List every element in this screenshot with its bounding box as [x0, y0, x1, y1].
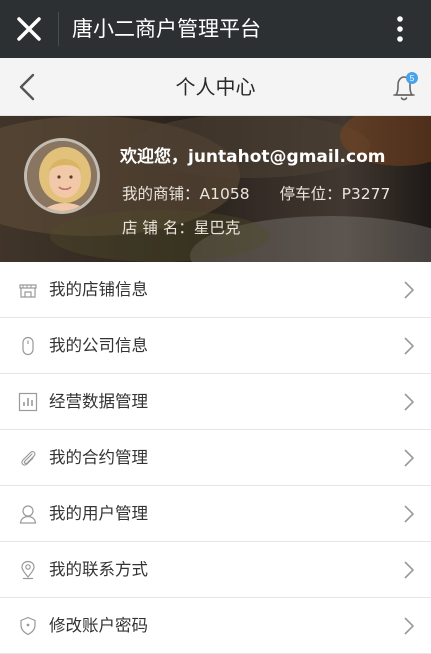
- menu-item-label: 我的店铺信息: [49, 280, 148, 299]
- paperclip-icon: [21, 451, 36, 466]
- shield-icon: [20, 616, 36, 636]
- menu-list: 我的店铺信息 我的公司信息 经营数据管理 我的合约管理 我的用户管理 我的联系方…: [0, 262, 431, 654]
- profile-banner: 欢迎您，juntahot@gmail.com 我的商铺：A1058 停车位：P32…: [0, 116, 431, 262]
- chevron-right-icon: [404, 281, 415, 299]
- bell-icon[interactable]: 5: [388, 71, 422, 105]
- chevron-right-icon: [404, 337, 415, 355]
- menu-item-label: 我的合约管理: [49, 448, 148, 467]
- menu-item-users[interactable]: 我的用户管理: [0, 486, 431, 542]
- menu-item-contact[interactable]: 我的联系方式: [0, 542, 431, 598]
- chevron-right-icon: [404, 449, 415, 467]
- store-name: 店 铺 名：星巴克: [122, 219, 241, 237]
- mouse-icon: [22, 336, 34, 356]
- menu-item-label: 我的联系方式: [49, 560, 148, 579]
- menu-item-contracts[interactable]: 我的合约管理: [0, 430, 431, 486]
- welcome-text: 欢迎您，juntahot@gmail.com: [120, 147, 386, 167]
- wechat-top-bar: 唐小二商户管理平台: [0, 0, 431, 58]
- divider: [58, 12, 59, 46]
- app-title: 唐小二商户管理平台: [72, 17, 261, 41]
- chevron-right-icon: [404, 505, 415, 523]
- user-icon: [19, 505, 37, 524]
- location-pin-icon: [21, 560, 35, 580]
- menu-item-label: 我的用户管理: [49, 504, 148, 523]
- chevron-right-icon: [404, 561, 415, 579]
- avatar[interactable]: [24, 138, 100, 214]
- menu-item-business-data[interactable]: 经营数据管理: [0, 374, 431, 430]
- page-title: 个人中心: [175, 75, 256, 99]
- menu-item-label: 修改账户密码: [49, 616, 148, 635]
- menu-item-label: 经营数据管理: [49, 392, 148, 411]
- menu-item-label: 我的公司信息: [49, 336, 148, 355]
- menu-item-change-password[interactable]: 修改账户密码: [0, 598, 431, 654]
- store-icon: [19, 284, 37, 298]
- menu-item-store-info[interactable]: 我的店铺信息: [0, 262, 431, 318]
- close-icon[interactable]: [16, 16, 42, 42]
- parking-number: 停车位：P3277: [279, 185, 391, 203]
- more-vertical-icon[interactable]: [390, 14, 410, 44]
- notification-count: 5: [410, 73, 415, 83]
- chevron-right-icon: [404, 617, 415, 635]
- shop-info: 我的商铺：A1058 停车位：P3277: [122, 182, 390, 204]
- page-header: 个人中心 5: [0, 58, 431, 116]
- menu-item-company-info[interactable]: 我的公司信息: [0, 318, 431, 374]
- chevron-right-icon: [404, 393, 415, 411]
- shop-number: 我的商铺：A1058: [122, 185, 250, 203]
- bar-chart-icon: [18, 392, 38, 412]
